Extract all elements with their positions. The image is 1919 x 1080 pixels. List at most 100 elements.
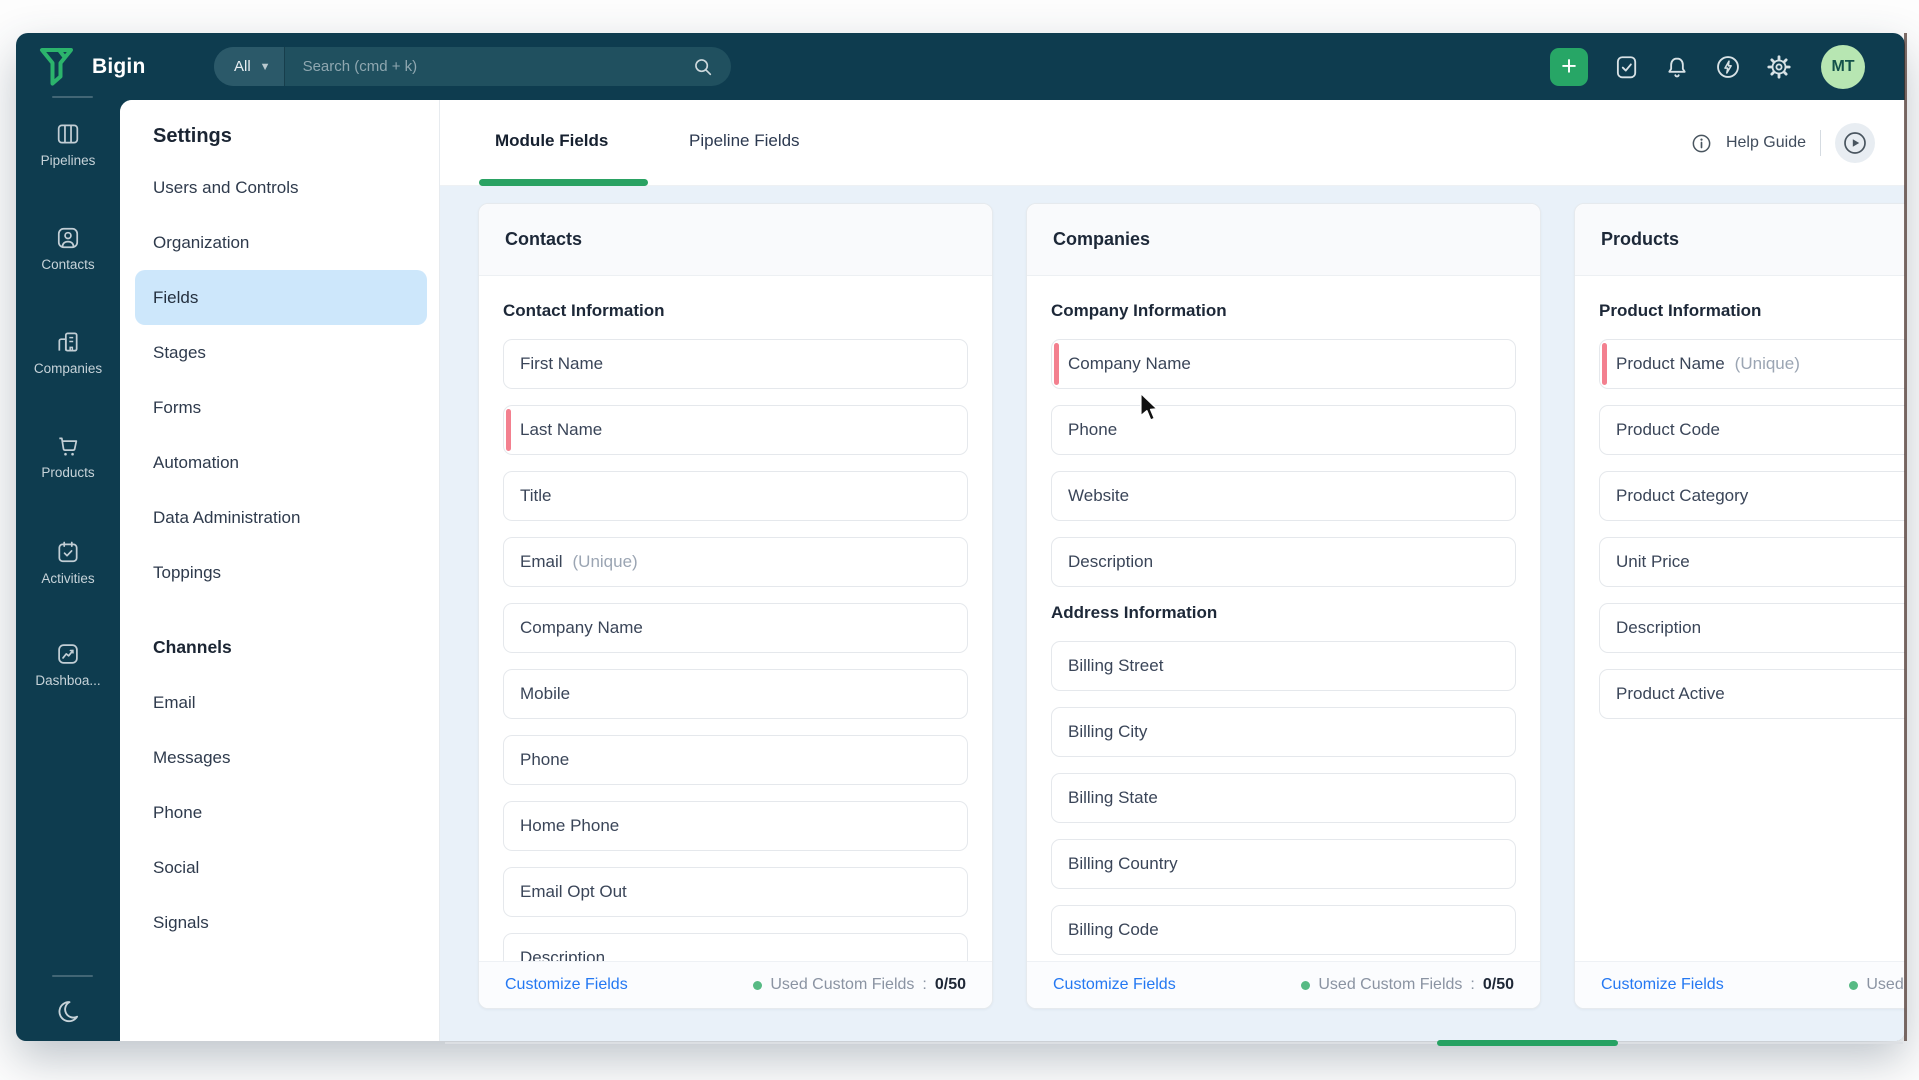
field-label: Billing Street [1068,656,1164,675]
settings-item-fields[interactable]: Fields [135,270,427,325]
field-company-name[interactable]: Company Name [503,603,968,653]
sidebar-item-products[interactable]: Products [16,433,120,480]
sidebar-item-pipelines[interactable]: Pipelines [16,121,120,168]
card-body: Contact Information First Name Last Name… [479,277,992,961]
field-label: Product Category [1616,486,1749,505]
field-label: Billing City [1068,722,1148,741]
sidebar-item-companies[interactable]: Companies [16,329,120,376]
settings-item-data-administration[interactable]: Data Administration [135,490,427,545]
section-product-information: Product Information Product Name (Unique)… [1599,301,1905,719]
green-dot-icon [753,980,763,990]
field-product-category[interactable]: Product Category [1599,471,1905,521]
field-description[interactable]: Description [1051,537,1516,587]
search-icon [695,59,712,76]
sidebar-item-label: Products [41,465,95,480]
sidebar-item-activities[interactable]: Activities [16,539,120,586]
green-dot-icon [1301,980,1311,990]
field-product-code[interactable]: Product Code [1599,405,1905,455]
field-phone[interactable]: Phone [1051,405,1516,455]
notifications-bell-icon[interactable] [1664,54,1690,80]
field-product-name[interactable]: Product Name (Unique) [1599,339,1905,389]
field-email-opt-out[interactable]: Email Opt Out [503,867,968,917]
customize-fields-link[interactable]: Customize Fields [1053,976,1176,994]
tab-pipeline-fields[interactable]: Pipeline Fields [689,131,800,151]
card-title: Products [1575,204,1905,276]
field-title[interactable]: Title [503,471,968,521]
sidebar-item-label: Dashboa... [35,673,101,688]
video-guide-button[interactable] [1835,123,1875,163]
tasks-icon[interactable] [1613,54,1639,80]
settings-item-forms[interactable]: Forms [135,380,427,435]
field-description[interactable]: Description [503,933,968,961]
settings-item-users-and-controls[interactable]: Users and Controls [135,160,427,215]
used-custom-fields: Used Custom Fields : 0/50 [753,976,966,994]
help-guide-link[interactable]: Help Guide [1726,134,1806,152]
field-home-phone[interactable]: Home Phone [503,801,968,851]
field-label: First Name [520,354,604,373]
used-label: Used Custom Fields [770,976,915,993]
theme-toggle[interactable] [16,998,120,1029]
used-count: 0/50 [934,976,966,993]
settings-item-automation[interactable]: Automation [135,435,427,490]
sidebar-item-label: Pipelines [40,153,96,168]
tab-module-fields[interactable]: Module Fields [495,131,608,151]
used-count: 0/50 [1482,976,1514,993]
search-scope-dropdown[interactable]: All ▼ [214,47,285,86]
settings-item-stages[interactable]: Stages [135,325,427,380]
top-bar: Bigin All ▼ Search (cmd + k) + MT [16,33,1905,100]
bolt-circle-icon[interactable] [1715,54,1741,80]
gear-icon[interactable] [1766,54,1792,80]
field-website[interactable]: Website [1051,471,1516,521]
field-phone[interactable]: Phone [503,735,968,785]
field-label: Product Active [1616,684,1725,703]
field-last-name[interactable]: Last Name [503,405,968,455]
field-mobile[interactable]: Mobile [503,669,968,719]
settings-item-messages[interactable]: Messages [135,730,427,785]
card-footer: Customize Fields Used Custom Fields : 0/… [1575,961,1905,1008]
dashboard-chart-icon [58,644,78,664]
card-footer: Customize Fields Used Custom Fields : 0/… [1027,961,1540,1008]
field-billing-state[interactable]: Billing State [1051,773,1516,823]
settings-item-toppings[interactable]: Toppings [135,545,427,600]
brand[interactable]: Bigin [38,33,146,100]
help-area: Help Guide [1691,100,1875,186]
settings-item-organization[interactable]: Organization [135,215,427,270]
settings-item-email[interactable]: Email [135,675,427,730]
customize-fields-link[interactable]: Customize Fields [505,976,628,994]
field-billing-street[interactable]: Billing Street [1051,641,1516,691]
field-label: Description [1616,618,1702,637]
horizontal-scrollbar-track[interactable] [445,1042,1903,1044]
info-icon [1692,134,1711,152]
customize-fields-link[interactable]: Customize Fields [1601,976,1724,994]
field-product-active[interactable]: Product Active [1599,669,1905,719]
sidebar-item-dashboards[interactable]: Dashboa... [16,641,120,688]
settings-item-social[interactable]: Social [135,840,427,895]
field-billing-code[interactable]: Billing Code [1051,905,1516,955]
avatar[interactable]: MT [1821,44,1865,89]
field-label: Email Opt Out [520,882,627,901]
settings-item-phone[interactable]: Phone [135,785,427,840]
field-label: Mobile [520,684,571,703]
card-body: Company Information Company Name Phone W… [1027,277,1540,961]
search-input[interactable]: Search (cmd + k) [303,58,418,75]
quick-add-button[interactable]: + [1550,47,1588,86]
sidebar-item-contacts[interactable]: Contacts [16,225,120,272]
section-title: Product Information [1599,301,1762,320]
buildings-icon [58,332,78,352]
settings-item-signals[interactable]: Signals [135,895,427,950]
field-billing-country[interactable]: Billing Country [1051,839,1516,889]
field-unit-price[interactable]: Unit Price [1599,537,1905,587]
field-company-name[interactable]: Company Name [1051,339,1516,389]
horizontal-scrollbar-thumb[interactable] [1437,1040,1618,1046]
field-description[interactable]: Description [1599,603,1905,653]
sidebar: Pipelines Contacts Companies Products Ac… [16,100,120,1041]
field-billing-city[interactable]: Billing City [1051,707,1516,757]
field-label: Last Name [520,420,603,439]
card-footer: Customize Fields Used Custom Fields : 0/… [479,961,992,1008]
green-dot-icon [1849,980,1859,990]
content-shell: Settings Users and Controls Organization… [120,100,1905,1041]
global-search[interactable]: All ▼ Search (cmd + k) [214,47,731,86]
tab-row: Module Fields Pipeline Fields Help Guide [440,100,1905,186]
field-email[interactable]: Email (Unique) [503,537,968,587]
field-first-name[interactable]: First Name [503,339,968,389]
